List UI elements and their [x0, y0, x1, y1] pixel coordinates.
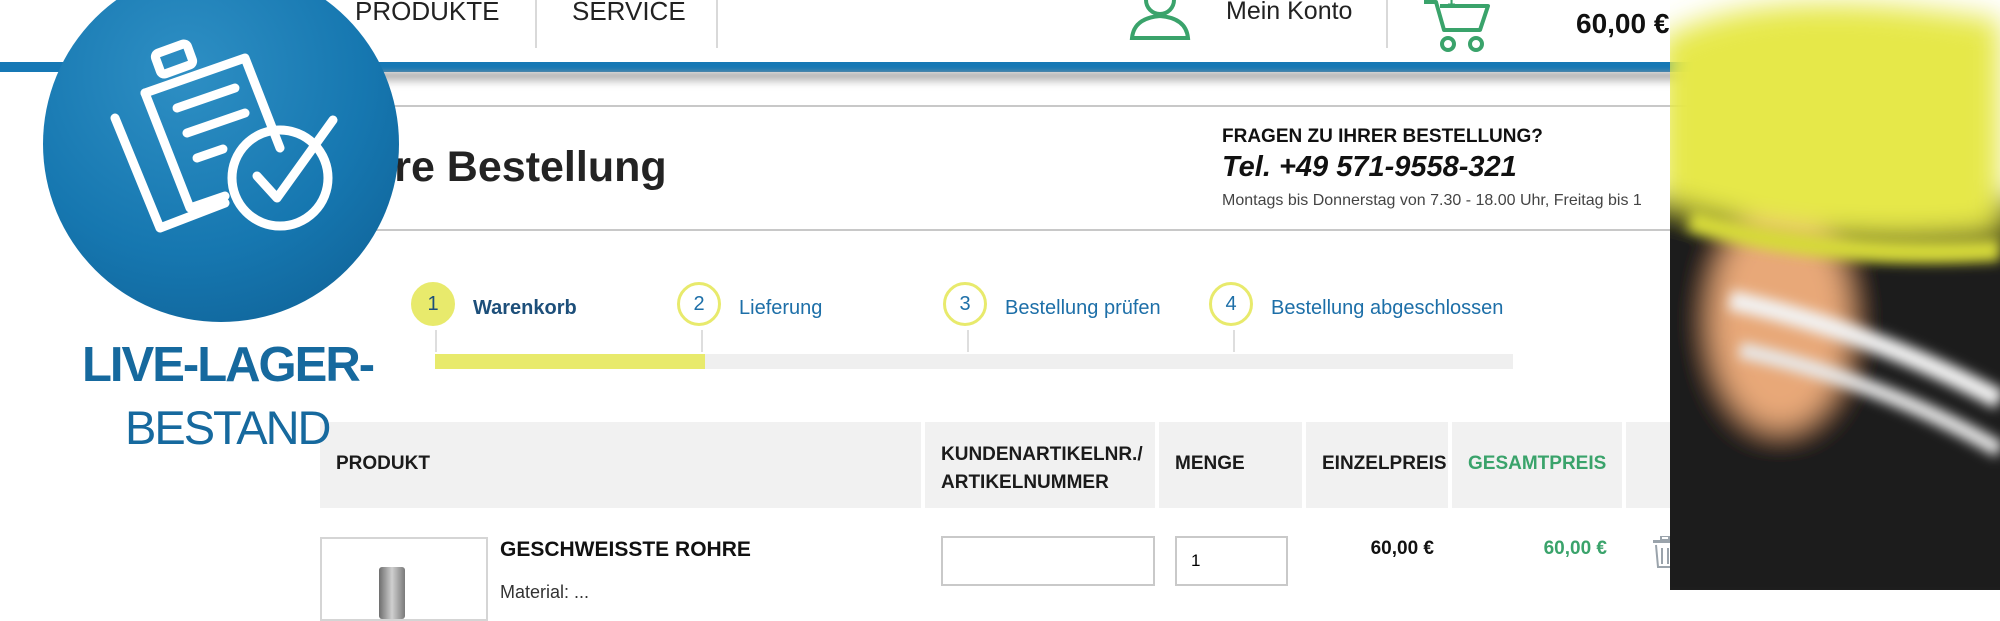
- header-article-number: KUNDENARTIKELNR./ARTIKELNUMMER: [925, 422, 1155, 508]
- step-1-label[interactable]: Warenkorb: [473, 297, 577, 320]
- badge-title: LIVE-LAGER-: [82, 338, 375, 392]
- step-tick: [1233, 330, 1235, 352]
- nav-item-produkte[interactable]: PRODUKTE: [355, 0, 499, 50]
- step-3-label[interactable]: Bestellung prüfen: [1005, 297, 1161, 320]
- header-product: PRODUKT: [320, 422, 921, 508]
- clipboard-check-icon: [105, 38, 345, 248]
- help-phone[interactable]: Tel. +49 571-9558-321: [1222, 151, 1517, 184]
- page-title: Ihre Bestellung: [356, 143, 667, 191]
- step-2-label[interactable]: Lieferung: [739, 297, 822, 320]
- step-3-number[interactable]: 3: [943, 282, 987, 326]
- nav-item-service[interactable]: SERVICE: [572, 0, 686, 50]
- header-total-price: GESAMTPREIS: [1452, 422, 1622, 508]
- step-tick: [435, 330, 437, 352]
- cart-count-badge: 1: [1447, 0, 1456, 9]
- step-4-label[interactable]: Bestellung abgeschlossen: [1271, 297, 1503, 320]
- pipe-image: [379, 567, 405, 619]
- product-name[interactable]: GESCHWEISSTE ROHRE: [500, 538, 751, 562]
- step-4-number[interactable]: 4: [1209, 282, 1253, 326]
- product-description: Material: ...: [500, 582, 590, 602]
- step-2-number[interactable]: 2: [677, 282, 721, 326]
- product-thumbnail[interactable]: [320, 537, 488, 621]
- total-price: 60,00 €: [1543, 538, 1607, 559]
- steps-progress: [435, 354, 705, 369]
- article-number-input[interactable]: [941, 536, 1155, 586]
- nav-divider: [535, 0, 537, 48]
- step-tick: [967, 330, 969, 352]
- header-unit-price: EINZELPREIS: [1306, 422, 1448, 508]
- step-tick: [701, 330, 703, 352]
- nav-divider: [1386, 0, 1388, 48]
- header-quantity: MENGE: [1159, 422, 1302, 508]
- header-shadow: [300, 72, 1720, 86]
- help-question: FRAGEN ZU IHRER BESTELLUNG?: [1222, 126, 1543, 147]
- badge-subtitle: BESTAND: [125, 401, 331, 454]
- step-1-number[interactable]: 1: [411, 282, 455, 326]
- cart-total[interactable]: 60,00 €: [1576, 8, 1669, 40]
- account-link[interactable]: Mein Konto: [1226, 0, 1352, 50]
- unit-price: 60,00 €: [1370, 538, 1434, 559]
- divider: [356, 229, 1720, 231]
- worker-photo: [1670, 0, 2000, 590]
- divider: [380, 105, 1720, 107]
- quantity-input[interactable]: [1175, 536, 1288, 586]
- cart-icon[interactable]: [1422, 0, 1492, 54]
- user-icon[interactable]: [1128, 0, 1192, 42]
- help-hours: Montags bis Donnerstag von 7.30 - 18.00 …: [1222, 192, 1642, 209]
- nav-divider: [716, 0, 718, 48]
